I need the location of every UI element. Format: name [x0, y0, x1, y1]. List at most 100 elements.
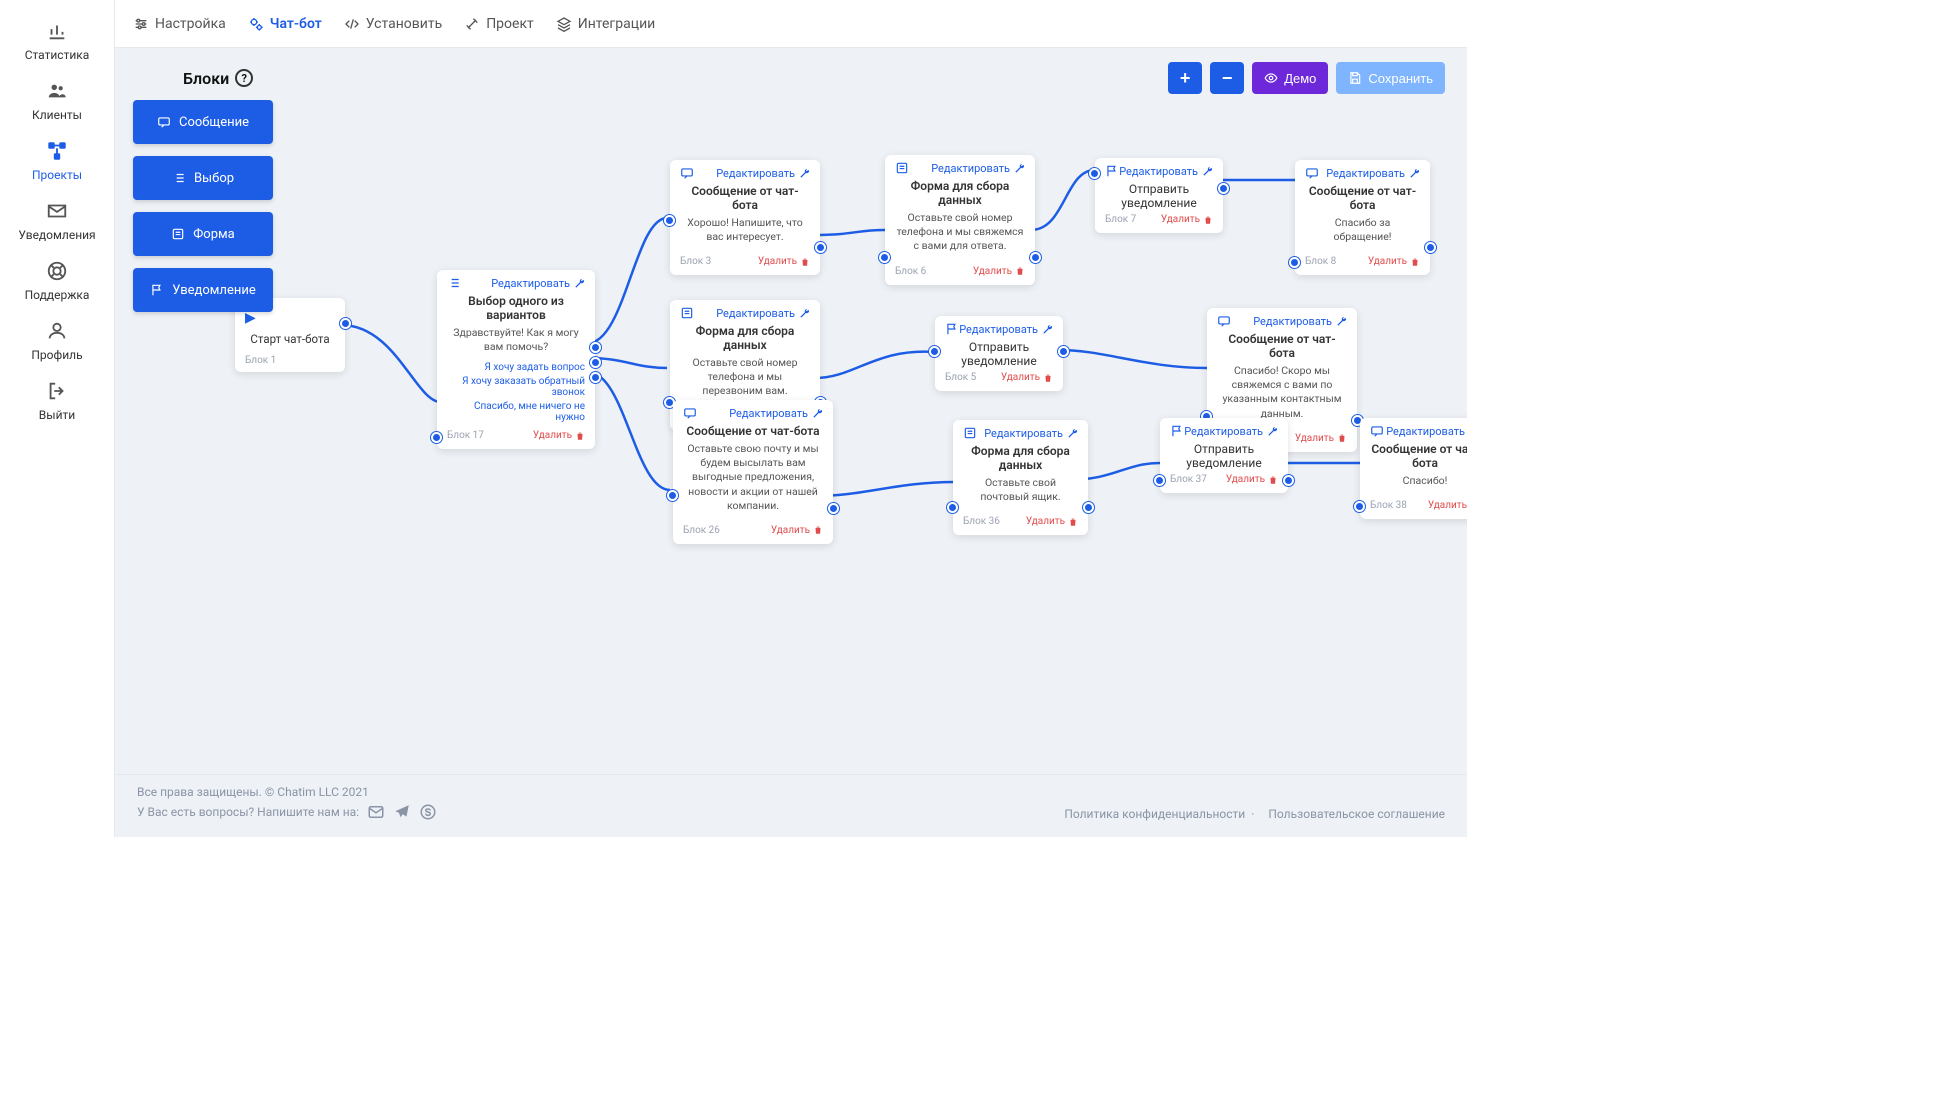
node-foot: Блок 1 — [245, 355, 276, 366]
choice-option-3[interactable]: Спасибо, мне ничего не нужно — [437, 401, 595, 426]
delete-link[interactable]: Удалить — [1295, 433, 1347, 444]
palette-form[interactable]: Форма — [133, 212, 273, 256]
canvas[interactable]: ▶ Старт чат-бота Блок 1 Редактировать Вы… — [115, 100, 1467, 774]
delete-link[interactable]: Удалить — [1026, 516, 1078, 527]
edit-link[interactable]: Редактировать — [1119, 165, 1213, 178]
palette-notify[interactable]: Уведомление — [133, 268, 273, 312]
edit-link[interactable]: Редактировать — [1253, 315, 1347, 328]
mail-icon — [46, 200, 68, 222]
port-out[interactable] — [828, 503, 839, 514]
port-out[interactable] — [1218, 183, 1229, 194]
tab-chatbot[interactable]: Чат-бот — [248, 16, 322, 32]
port-out[interactable] — [340, 318, 351, 329]
edit-link[interactable]: Редактировать — [729, 407, 823, 420]
demo-button[interactable]: Демо — [1252, 62, 1328, 94]
port-out[interactable] — [1030, 252, 1041, 263]
tab-settings[interactable]: Настройка — [133, 16, 226, 32]
node-block-26[interactable]: Редактировать Сообщение от чат-бота Оста… — [673, 400, 833, 544]
tab-label: Чат-бот — [270, 16, 322, 32]
edit-link[interactable]: Редактировать — [959, 323, 1053, 336]
play-icon: ▶ — [245, 310, 335, 326]
delete-link[interactable]: Удалить — [1001, 372, 1053, 383]
sidebar-item-label: Поддержка — [25, 288, 90, 302]
port-in[interactable] — [667, 490, 678, 501]
flag-icon — [150, 283, 164, 297]
save-button[interactable]: Сохранить — [1336, 62, 1445, 94]
edit-link[interactable]: Редактировать — [984, 427, 1078, 440]
edit-link[interactable]: Редактировать — [716, 167, 810, 180]
node-block-8[interactable]: Редактировать Сообщение от чат-бота Спас… — [1295, 160, 1430, 275]
edit-link[interactable]: Редактировать — [1184, 425, 1278, 438]
delete-link[interactable]: Удалить — [758, 256, 810, 267]
port-out[interactable] — [1058, 346, 1069, 357]
sidebar-item-projects[interactable]: Проекты — [0, 140, 114, 182]
port-in[interactable] — [879, 252, 890, 263]
plus-icon: + — [1180, 68, 1191, 89]
delete-link[interactable]: Удалить — [1226, 474, 1278, 485]
node-body: Хорошо! Напишите, что вас интересует. — [670, 212, 820, 252]
sidebar-item-notifications[interactable]: Уведомления — [0, 200, 114, 242]
telegram-icon[interactable] — [393, 803, 411, 821]
remove-button[interactable]: − — [1210, 62, 1244, 94]
port-in[interactable] — [1089, 168, 1100, 179]
tab-integrations[interactable]: Интеграции — [556, 16, 656, 32]
edit-link[interactable]: Редактировать — [491, 277, 585, 290]
port-out[interactable] — [815, 242, 826, 253]
port-out[interactable] — [1083, 502, 1094, 513]
choice-option-1[interactable]: Я хочу задать вопрос — [437, 362, 595, 376]
delete-link[interactable]: Удалить — [1368, 256, 1420, 267]
palette-choice[interactable]: Выбор — [133, 156, 273, 200]
help-icon[interactable]: ? — [235, 69, 253, 87]
tab-label: Установить — [366, 16, 442, 32]
tab-project[interactable]: Проект — [464, 16, 534, 32]
sidebar-item-support[interactable]: Поддержка — [0, 260, 114, 302]
sidebar-item-label: Статистика — [25, 48, 90, 62]
edit-link[interactable]: Редактировать — [931, 162, 1025, 175]
delete-link[interactable]: Удалить — [771, 525, 823, 536]
sidebar-item-logout[interactable]: Выйти — [0, 380, 114, 422]
add-button[interactable]: + — [1168, 62, 1202, 94]
port-out-2[interactable] — [590, 357, 601, 368]
port-out[interactable] — [1425, 242, 1436, 253]
palette-message[interactable]: Сообщение — [133, 100, 273, 144]
trash-icon — [1268, 475, 1278, 485]
node-block-5[interactable]: Редактировать Отправить уведомление Блок… — [935, 316, 1063, 391]
sidebar-item-clients[interactable]: Клиенты — [0, 80, 114, 122]
edit-link[interactable]: Редактировать — [716, 307, 810, 320]
palette-label: Уведомление — [172, 283, 256, 298]
delete-link[interactable]: Удалить — [1428, 500, 1467, 511]
footer-terms-link[interactable]: Пользовательское соглашение — [1268, 807, 1445, 821]
delete-link[interactable]: Удалить — [1161, 214, 1213, 225]
trash-icon — [800, 257, 810, 267]
trash-icon — [575, 431, 585, 441]
node-block-17[interactable]: Редактировать Выбор одного из вариантов … — [437, 270, 595, 449]
port-in[interactable] — [1154, 475, 1165, 486]
skype-icon[interactable] — [419, 803, 437, 821]
edit-link[interactable]: Редактировать — [1386, 425, 1467, 438]
node-foot-label: Блок 8 — [1305, 256, 1336, 267]
sidebar-item-profile[interactable]: Профиль — [0, 320, 114, 362]
delete-link[interactable]: Удалить — [533, 430, 585, 441]
node-title: Отправить уведомление — [935, 338, 1063, 368]
port-out-1[interactable] — [590, 342, 601, 353]
port-in[interactable] — [929, 346, 940, 357]
node-block-36[interactable]: Редактировать Форма для сбора данных Ост… — [953, 420, 1088, 535]
delete-link[interactable]: Удалить — [973, 266, 1025, 277]
sidebar-item-label: Проекты — [32, 168, 82, 182]
tab-install[interactable]: Установить — [344, 16, 442, 32]
port-out[interactable] — [1283, 475, 1294, 486]
edit-link[interactable]: Редактировать — [1326, 167, 1420, 180]
port-out-3[interactable] — [590, 372, 601, 383]
sidebar-item-stats[interactable]: Статистика — [0, 20, 114, 62]
node-block-38[interactable]: Редактировать Сообщение от чат-бота Спас… — [1360, 418, 1467, 519]
footer-privacy-link[interactable]: Политика конфиденциальности — [1064, 807, 1260, 821]
node-block-3[interactable]: Редактировать Сообщение от чат-бота Хоро… — [670, 160, 820, 275]
sliders-icon — [133, 16, 149, 32]
port-in[interactable] — [664, 215, 675, 226]
wrench-icon — [1067, 428, 1078, 439]
node-block-7[interactable]: Редактировать Отправить уведомление Блок… — [1095, 158, 1223, 233]
mail-icon[interactable] — [367, 803, 385, 821]
choice-option-2[interactable]: Я хочу заказать обратный звонок — [437, 376, 595, 401]
node-block-6[interactable]: Редактировать Форма для сбора данных Ост… — [885, 155, 1035, 285]
node-block-37[interactable]: Редактировать Отправить уведомление Блок… — [1160, 418, 1288, 493]
